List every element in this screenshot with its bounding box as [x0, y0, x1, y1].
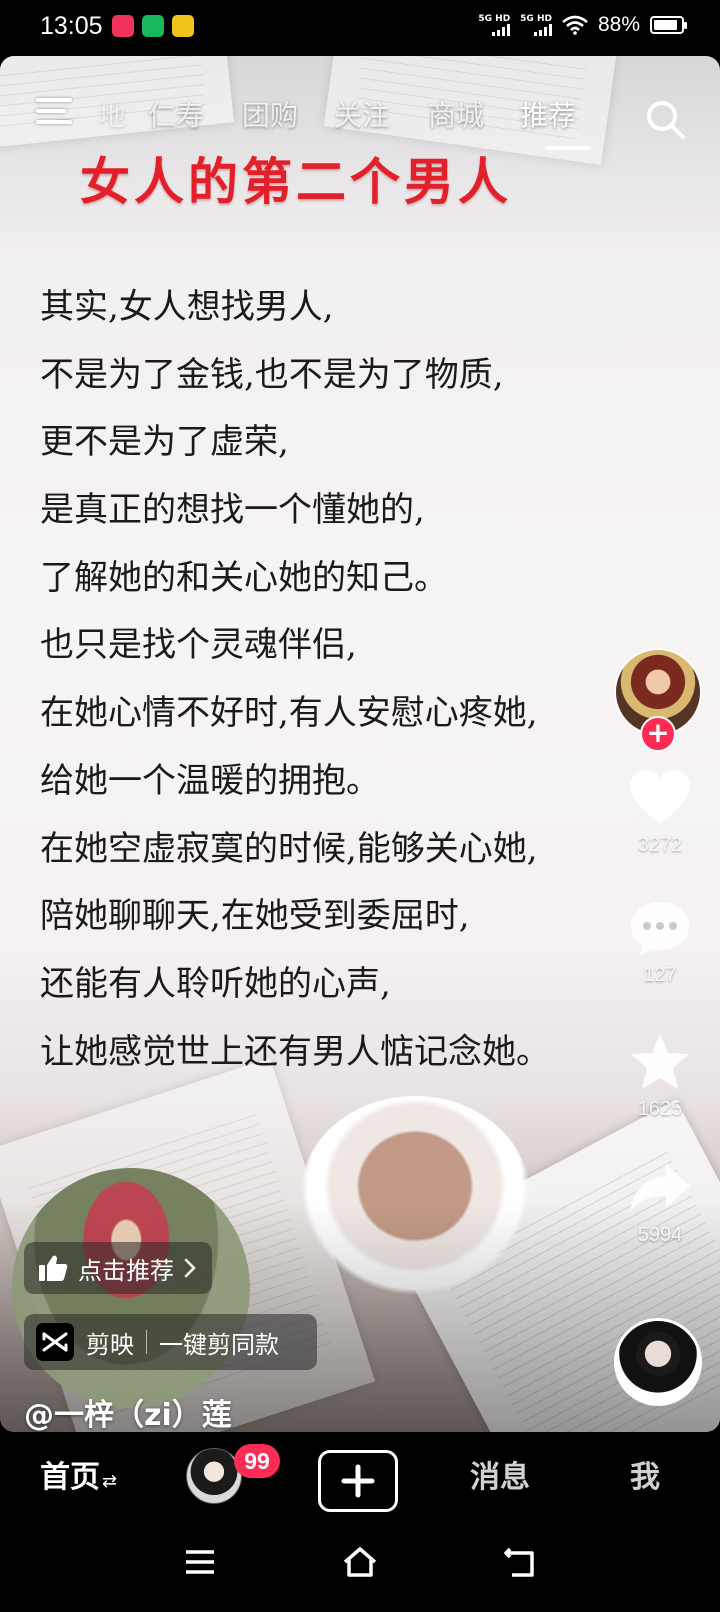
- post-line: 还能有人聆听她的心声,: [40, 963, 391, 1004]
- signal-icon: 5G HD: [478, 14, 511, 36]
- share-button[interactable]: 5994: [628, 1158, 692, 1247]
- recommend-button[interactable]: 点击推荐: [24, 1242, 212, 1294]
- capcut-template-button[interactable]: 剪映 一键剪同款: [24, 1314, 317, 1370]
- comment-button[interactable]: 127: [628, 898, 692, 987]
- active-tab-indicator: [546, 146, 590, 150]
- app-notification-icon: [142, 15, 164, 37]
- post-line: 更不是为了虚荣,: [40, 422, 289, 463]
- status-bar: 13:05 5G HD 5G HD 88%: [0, 0, 720, 56]
- music-disc[interactable]: [614, 1318, 702, 1406]
- recommend-label: 点击推荐: [78, 1256, 174, 1285]
- share-icon: [630, 1164, 690, 1212]
- post-line: 给她一个温暖的拥抱。: [40, 760, 380, 801]
- like-button[interactable]: 3272: [628, 768, 692, 857]
- create-button[interactable]: [318, 1450, 398, 1512]
- share-count: 5994: [637, 1224, 683, 1246]
- nav-messages[interactable]: 消息: [470, 1452, 530, 1496]
- status-time: 13:05: [40, 12, 103, 40]
- divider: [146, 1330, 147, 1354]
- signal-icon: 5G HD: [520, 14, 552, 36]
- switch-arrows-icon: ⇄: [102, 1471, 118, 1492]
- follow-button[interactable]: +: [640, 716, 676, 752]
- recent-apps-icon[interactable]: [182, 1544, 218, 1580]
- star-icon: [631, 1034, 689, 1089]
- post-body: 其实,女人想找男人, 不是为了金钱,也不是为了物质, 更不是为了虚荣, 是真正的…: [40, 274, 640, 1086]
- tab-group-buy[interactable]: 团购: [242, 94, 298, 134]
- comment-count: 127: [643, 964, 677, 986]
- nav-home-label: 首页: [40, 1460, 100, 1495]
- tab-renshou[interactable]: 仁寿: [148, 94, 204, 134]
- menu-icon[interactable]: [36, 98, 74, 128]
- heart-icon: [630, 770, 690, 824]
- video-player[interactable]: 地 仁寿 团购 关注 商城 推荐 女人的第二个男人 其实,女人想找男人, 不是为…: [0, 56, 720, 1432]
- battery-icon: [650, 16, 687, 34]
- notification-icons: [112, 15, 194, 37]
- wifi-icon: [562, 15, 588, 35]
- favorite-button[interactable]: 1625: [628, 1032, 692, 1121]
- search-icon[interactable]: [644, 98, 686, 140]
- top-nav: 地 仁寿 团购 关注 商城 推荐: [0, 76, 720, 150]
- tab-mall[interactable]: 商城: [428, 94, 484, 134]
- notification-badge: 99: [234, 1444, 280, 1478]
- post-line: 在她心情不好时,有人安慰心疼她,: [40, 693, 538, 734]
- system-nav-bar: [0, 1516, 720, 1612]
- app-notification-icon: [112, 15, 134, 37]
- back-icon[interactable]: [502, 1544, 538, 1580]
- like-count: 3272: [637, 834, 683, 856]
- capcut-logo-icon: [36, 1323, 74, 1361]
- nav-home[interactable]: 首页 ⇄: [40, 1452, 117, 1496]
- comment-icon: [631, 902, 689, 956]
- post-line: 陪她聊聊天,在她受到委屈时,: [40, 896, 470, 937]
- chevron-right-icon: [184, 1258, 196, 1278]
- thumbs-up-icon: [39, 1255, 68, 1281]
- author-name[interactable]: @一梓（zi）莲: [24, 1390, 232, 1432]
- post-title: 女人的第二个男人: [80, 153, 512, 211]
- plus-icon: [341, 1464, 375, 1498]
- post-line: 其实,女人想找男人,: [40, 287, 334, 327]
- post-line: 在她空虚寂寞的时候,能够关心她,: [40, 828, 538, 869]
- post-line: 让她感觉世上还有男人惦记念她。: [40, 1031, 550, 1072]
- tab-following[interactable]: 关注: [334, 94, 390, 134]
- nav-me[interactable]: 我: [630, 1452, 660, 1496]
- home-icon[interactable]: [342, 1544, 378, 1580]
- post-line: 了解她的和关心她的知己。: [40, 557, 448, 598]
- tab-recommend[interactable]: 推荐: [520, 94, 576, 134]
- post-line: 也只是找个灵魂伴侣,: [40, 625, 357, 666]
- tab-partial[interactable]: 地: [98, 94, 126, 134]
- post-line: 不是为了金钱,也不是为了物质,: [40, 354, 504, 395]
- post-line: 是真正的想找一个懂她的,: [40, 490, 425, 531]
- battery-percent: 88%: [597, 13, 640, 36]
- capcut-action: 一键剪同款: [159, 1330, 279, 1359]
- capcut-name: 剪映: [86, 1330, 134, 1359]
- app-notification-icon: [172, 15, 194, 37]
- favorite-count: 1625: [637, 1098, 683, 1120]
